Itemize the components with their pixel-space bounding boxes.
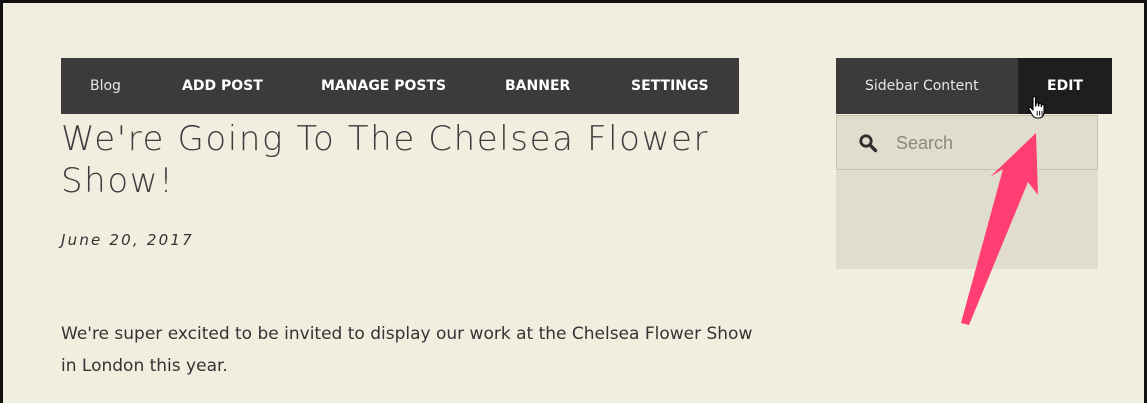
post-body-text: We're super excited to be invited to dis… [61, 324, 753, 376]
edit-sidebar-button[interactable]: EDIT [1018, 58, 1112, 114]
admin-nav-bar: Blog ADD POST MANAGE POSTS BANNER SETTIN… [61, 58, 739, 114]
sidebar-nav-bar: Sidebar Content EDIT [836, 58, 1112, 114]
search-icon [859, 134, 878, 153]
search-widget [836, 115, 1098, 170]
sidebar-panel [836, 115, 1098, 269]
search-input[interactable] [896, 126, 1086, 160]
post-title: We're Going To The Chelsea Flower Show! [61, 119, 710, 201]
sidebar-content-label: Sidebar Content [865, 78, 979, 94]
nav-manage-posts-link[interactable]: MANAGE POSTS [321, 58, 446, 114]
nav-banner-link[interactable]: BANNER [505, 58, 570, 114]
nav-add-post-link[interactable]: ADD POST [182, 58, 263, 114]
nav-blog-link[interactable]: Blog [90, 58, 121, 114]
nav-settings-link[interactable]: SETTINGS [631, 58, 709, 114]
post-date: June 20, 2017 [61, 231, 194, 249]
page-frame: Blog ADD POST MANAGE POSTS BANNER SETTIN… [0, 0, 1147, 403]
